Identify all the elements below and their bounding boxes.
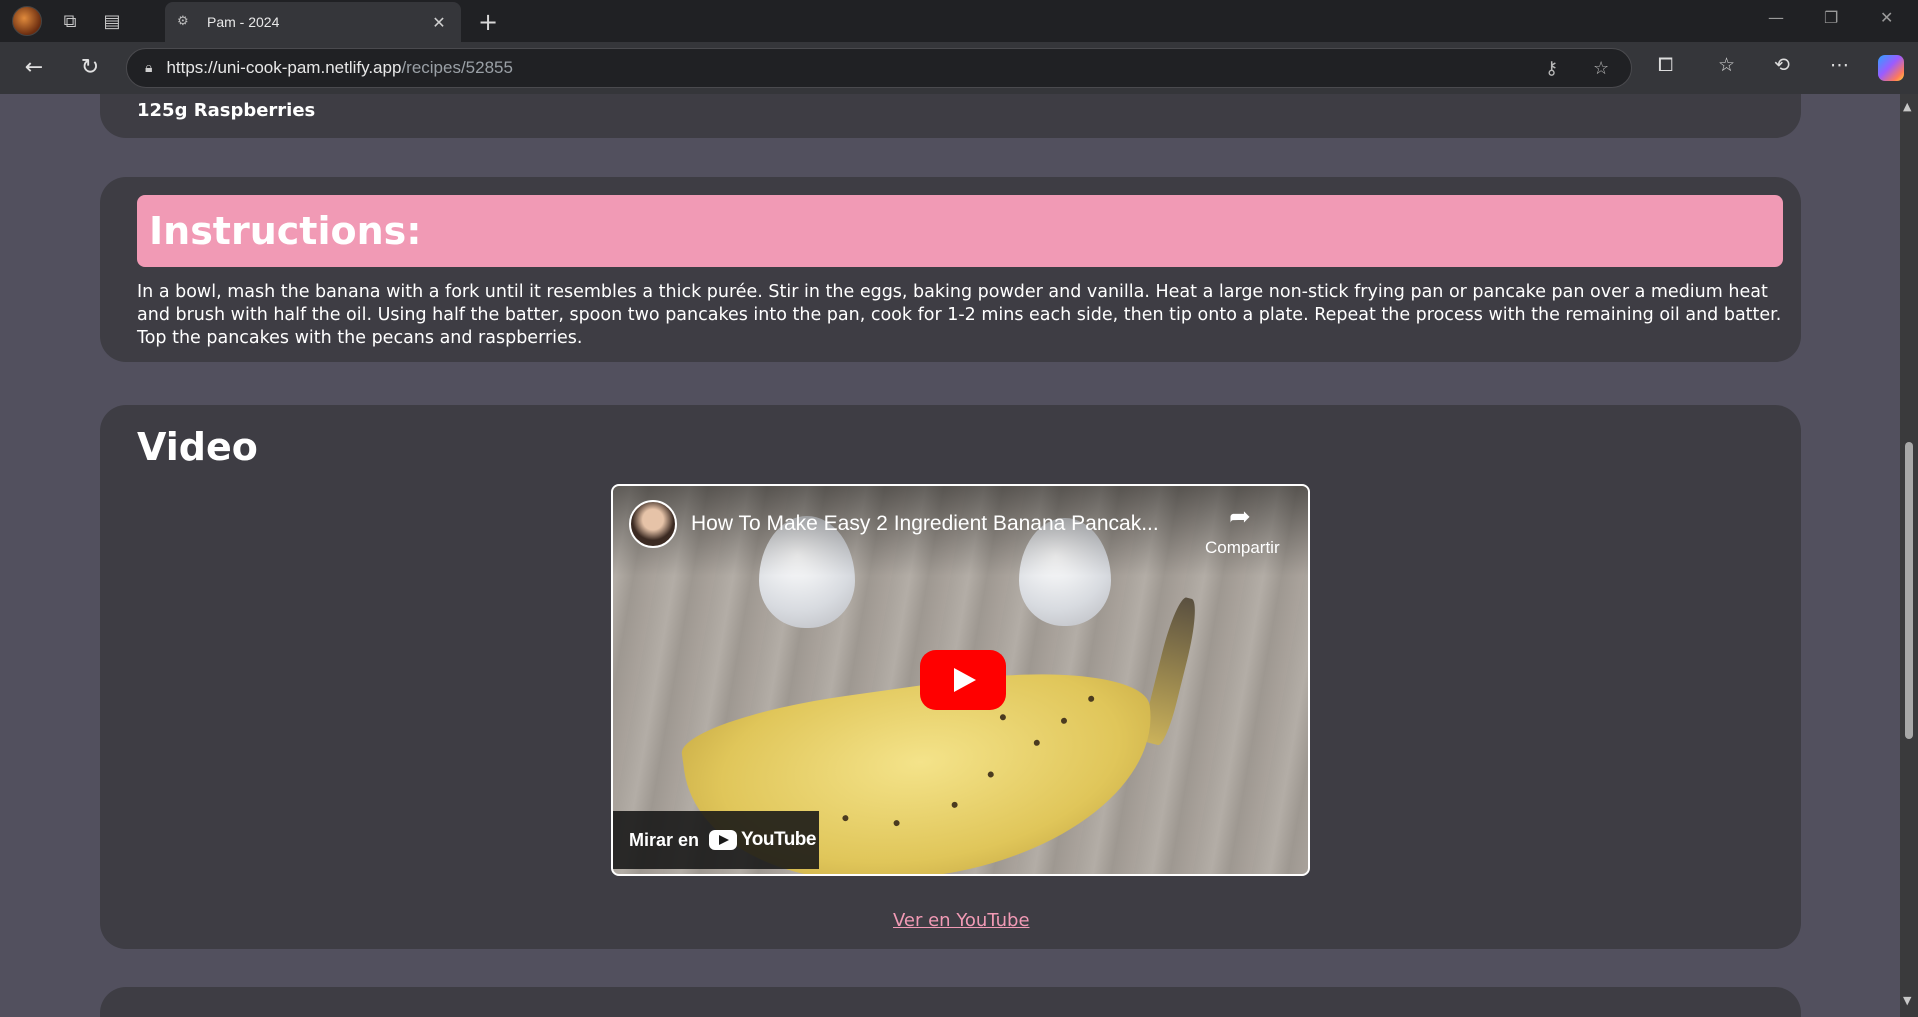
play-button[interactable]: [920, 650, 1006, 710]
banana-spot: [999, 713, 1007, 721]
history-icon[interactable]: ⟲: [1774, 54, 1790, 76]
back-icon[interactable]: ←: [20, 54, 48, 82]
restore-button[interactable]: ❐: [1824, 8, 1838, 27]
more-icon[interactable]: ⋯: [1830, 54, 1849, 76]
scroll-down-icon[interactable]: ▼: [1903, 994, 1911, 1007]
favorite-star-icon[interactable]: ☆: [1593, 58, 1609, 79]
copilot-icon[interactable]: [1878, 55, 1904, 81]
banana-spot: [1060, 717, 1068, 725]
tab-title: Pam - 2024: [207, 14, 280, 30]
instructions-banner: Instructions:: [137, 195, 1783, 267]
ingredient-item: 125g Raspberries: [137, 100, 316, 121]
banana-spot: [987, 771, 995, 778]
refresh-icon[interactable]: ↻: [76, 54, 104, 82]
instructions-card: Instructions: In a bowl, mash the banana…: [100, 177, 1801, 362]
favorites-icon[interactable]: ☆: [1718, 54, 1735, 76]
address-bar[interactable]: 🔒︎ https://uni-cook-pam.netlify.app/reci…: [126, 48, 1632, 88]
banana-spot: [1087, 695, 1095, 703]
watch-on-label: Mirar en: [629, 829, 700, 850]
banana-spot: [951, 801, 959, 809]
key-icon[interactable]: ⚷: [1545, 58, 1558, 79]
instructions-text: In a bowl, mash the banana with a fork u…: [137, 282, 1782, 348]
profile-avatar[interactable]: [12, 6, 42, 36]
share-icon[interactable]: ➦: [1229, 502, 1251, 532]
youtube-link[interactable]: Ver en YouTube: [893, 910, 1030, 931]
youtube-play-icon: [709, 830, 738, 850]
banana-spot: [842, 814, 849, 822]
banana-spot: [1033, 739, 1041, 747]
video-title[interactable]: How To Make Easy 2 Ingredient Banana Pan…: [691, 512, 1159, 536]
youtube-logo: YouTube: [709, 829, 816, 851]
workspaces-icon[interactable]: ⧉: [56, 7, 84, 35]
extensions-icon[interactable]: ⧠: [1658, 54, 1673, 76]
video-heading: Video: [137, 425, 258, 469]
youtube-logo-text: YouTube: [741, 829, 816, 850]
url-host: https://uni-cook-pam.netlify.app: [166, 58, 402, 77]
ingredients-card: 125g Raspberries: [100, 94, 1801, 138]
close-window-button[interactable]: ✕: [1880, 8, 1893, 27]
youtube-player[interactable]: How To Make Easy 2 Ingredient Banana Pan…: [611, 484, 1310, 876]
page-scrollbar[interactable]: ▲ ▼: [1900, 94, 1918, 1017]
lock-icon[interactable]: 🔒︎: [145, 60, 152, 76]
new-tab-button[interactable]: +: [478, 8, 498, 36]
url-path: /recipes/52855: [401, 58, 513, 77]
tab-favicon-icon: ⚙: [177, 14, 189, 29]
channel-avatar[interactable]: [629, 500, 677, 548]
vertical-tabs-icon[interactable]: ▤: [98, 7, 126, 35]
watch-on-youtube-button[interactable]: Mirar en YouTube: [613, 811, 819, 869]
browser-tab[interactable]: ⚙ Pam - 2024 ✕: [165, 2, 461, 42]
scroll-up-icon[interactable]: ▲: [1903, 100, 1911, 113]
minimize-button[interactable]: —: [1768, 8, 1784, 27]
instructions-heading: Instructions:: [149, 209, 422, 253]
banana-spot: [893, 819, 900, 827]
next-card: [100, 987, 1801, 1017]
share-label[interactable]: Compartir: [1205, 538, 1280, 558]
scroll-thumb[interactable]: [1905, 442, 1913, 739]
tab-close-icon[interactable]: ✕: [429, 13, 449, 32]
